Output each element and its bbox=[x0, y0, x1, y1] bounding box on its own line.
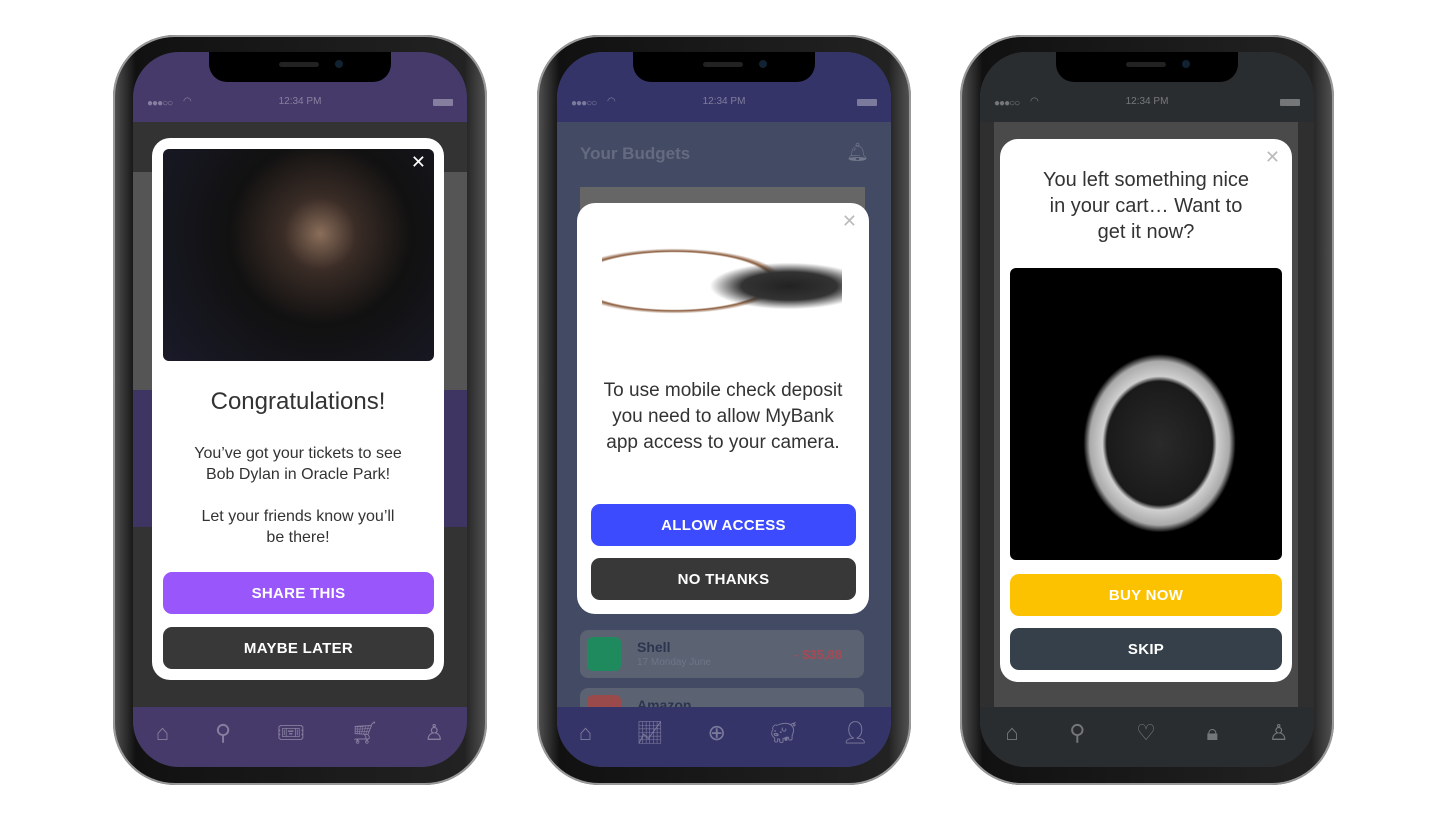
modal-body: You’ve got your tickets to see Bob Dylan… bbox=[194, 445, 402, 483]
phone-3: ●●●○○ ◠ 12:34 PM ✕ You left something nic… bbox=[960, 35, 1334, 785]
screen: ●●●○○ ◠ 12:34 PM ✕ You left something nic… bbox=[980, 52, 1314, 767]
transaction-amount: - $35,88 bbox=[794, 647, 842, 662]
modal-body-2: Let your friends know you’ll be there! bbox=[201, 508, 395, 546]
modal-title: Congratulations! bbox=[210, 388, 386, 415]
chart-icon[interactable]: 📈︎ bbox=[636, 720, 664, 746]
phone-1: ●●●○○ ◠ 12:34 PM ✕ Congratulations! You’v… bbox=[113, 35, 487, 785]
user-icon[interactable]: ♙ bbox=[1269, 720, 1289, 746]
home-icon[interactable]: ⌂ bbox=[156, 720, 169, 746]
bell-icon[interactable]: 🔔︎ bbox=[846, 142, 869, 163]
screen: ●●●○○ ◠ 12:34 PM ✕ Congratulations! You’v… bbox=[133, 52, 467, 767]
allow-access-button[interactable]: ALLOW ACCESS bbox=[591, 504, 856, 546]
tab-bar: ⌂ ⚲ 🎟︎ 🛒︎ ♙ bbox=[133, 707, 467, 767]
battery-icon bbox=[857, 99, 877, 106]
tab-bar: ⌂ ⚲ ♡ 🔒︎ ♙ bbox=[980, 707, 1314, 767]
home-icon[interactable]: ⌂ bbox=[1005, 720, 1018, 746]
search-icon[interactable]: ⚲ bbox=[1069, 720, 1085, 746]
share-button[interactable]: SHARE THIS bbox=[163, 572, 434, 614]
notch bbox=[633, 52, 815, 82]
phone-2: ●●●○○ ◠ 12:34 PM Your Budgets 🔔︎ Shell 17… bbox=[537, 35, 911, 785]
close-icon[interactable]: ✕ bbox=[842, 211, 857, 232]
cart-icon[interactable]: 🛒︎ bbox=[351, 720, 379, 746]
battery-icon bbox=[1280, 99, 1300, 106]
modal-body: To use mobile check deposit you need to … bbox=[603, 380, 843, 453]
add-icon[interactable]: ⊕ bbox=[707, 720, 725, 746]
page-title: Your Budgets bbox=[580, 144, 691, 163]
transaction-name: Shell bbox=[637, 639, 671, 655]
transaction-row[interactable]: Shell 17 Monday June - $35,88 bbox=[580, 630, 864, 678]
no-thanks-button[interactable]: NO THANKS bbox=[591, 558, 856, 600]
notch bbox=[209, 52, 391, 82]
close-icon[interactable]: ✕ bbox=[1265, 147, 1280, 168]
home-icon[interactable]: ⌂ bbox=[579, 720, 592, 746]
user-icon[interactable]: 👤︎ bbox=[841, 720, 869, 746]
congrats-modal: ✕ Congratulations! You’ve got your ticke… bbox=[152, 138, 444, 680]
tab-bar: ⌂ 📈︎ ⊕ 🐖︎ 👤︎ bbox=[557, 707, 891, 767]
bag-icon[interactable]: 🔒︎ bbox=[1207, 720, 1219, 746]
notch bbox=[1056, 52, 1238, 82]
ticket-icon[interactable]: 🎟︎ bbox=[277, 720, 305, 746]
skip-button[interactable]: SKIP bbox=[1010, 628, 1282, 670]
piggy-bank-icon[interactable]: 🐖︎ bbox=[770, 720, 798, 746]
screen: ●●●○○ ◠ 12:34 PM Your Budgets 🔔︎ Shell 17… bbox=[557, 52, 891, 767]
status-time: 12:34 PM bbox=[1125, 96, 1169, 107]
battery-icon bbox=[433, 99, 453, 106]
modal-title: You left something nice in your cart… Wa… bbox=[1042, 169, 1250, 243]
camera-permission-modal: ✕ To use mobile check deposit you need t… bbox=[577, 203, 869, 614]
buy-now-button[interactable]: BUY NOW bbox=[1010, 574, 1282, 616]
transaction-date: 17 Monday June bbox=[637, 657, 711, 668]
maybe-later-button[interactable]: MAYBE LATER bbox=[163, 627, 434, 669]
heart-icon[interactable]: ♡ bbox=[1136, 720, 1156, 746]
cart-reminder-modal: ✕ You left something nice in your cart… … bbox=[1000, 139, 1292, 682]
fuel-icon bbox=[587, 637, 621, 671]
sneaker-photo bbox=[1010, 268, 1282, 560]
camera-photo bbox=[602, 231, 842, 331]
close-icon[interactable]: ✕ bbox=[411, 152, 426, 173]
search-icon[interactable]: ⚲ bbox=[215, 720, 231, 746]
user-icon[interactable]: ♙ bbox=[424, 720, 444, 746]
concert-photo bbox=[163, 149, 434, 361]
status-time: 12:34 PM bbox=[278, 96, 322, 107]
status-time: 12:34 PM bbox=[702, 96, 746, 107]
